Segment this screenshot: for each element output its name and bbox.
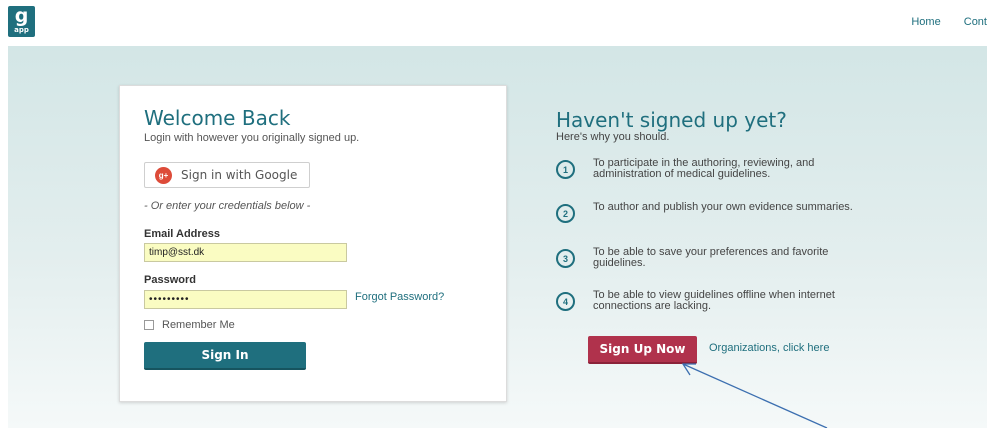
remember-me-label: Remember Me — [162, 319, 235, 331]
nav-home-link[interactable]: Home — [911, 16, 940, 28]
promo-title: Haven't signed up yet? — [556, 108, 787, 132]
sign-in-button[interactable]: Sign In — [144, 342, 306, 370]
reason-item: 2 To author and publish your own evidenc… — [556, 202, 856, 223]
reason-number-badge: 1 — [556, 160, 575, 179]
reason-text: To be able to view guidelines offline wh… — [593, 289, 835, 312]
login-card: Welcome Back Login with however you orig… — [119, 85, 507, 402]
promo-subtitle: Here's why you should. — [556, 131, 670, 143]
remember-me-row[interactable]: Remember Me — [144, 319, 235, 331]
organizations-link[interactable]: Organizations, click here — [709, 342, 829, 354]
password-input[interactable] — [144, 290, 347, 309]
logo-caption: app — [14, 26, 29, 34]
reason-number-badge: 4 — [556, 292, 575, 311]
reason-number-badge: 2 — [556, 204, 575, 223]
reason-item: 3 To be able to save your preferences an… — [556, 247, 856, 269]
credentials-divider: - Or enter your credentials below - — [144, 200, 311, 212]
login-subtitle: Login with however you originally signed… — [144, 132, 360, 144]
app-logo[interactable]: g app — [8, 6, 35, 37]
remember-me-checkbox[interactable] — [144, 320, 154, 330]
reason-text: To be able to save your preferences and … — [593, 246, 829, 269]
reason-item: 4 To be able to view guidelines offline … — [556, 290, 856, 312]
nav-contact-link[interactable]: Cont — [964, 16, 987, 28]
forgot-password-link[interactable]: Forgot Password? — [355, 291, 444, 303]
google-plus-icon: g+ — [155, 166, 172, 184]
reason-text: To author and publish your own evidence … — [593, 201, 853, 213]
google-signin-label: Sign in with Google — [181, 168, 298, 182]
login-title: Welcome Back — [144, 106, 291, 130]
reason-text: To participate in the authoring, reviewi… — [593, 157, 815, 180]
top-header: g app Home Cont — [0, 0, 987, 46]
login-page: g app Home Cont Welcome Back Login with … — [0, 0, 987, 428]
password-label: Password — [144, 274, 196, 286]
google-signin-button[interactable]: g+ Sign in with Google — [144, 162, 310, 188]
top-nav: Home Cont — [891, 16, 987, 28]
reason-item: 1 To participate in the authoring, revie… — [556, 158, 856, 180]
email-label: Email Address — [144, 228, 221, 240]
sign-up-now-button[interactable]: Sign Up Now — [588, 336, 697, 364]
logo-letter: g — [14, 5, 29, 27]
reason-number-badge: 3 — [556, 249, 575, 268]
email-input[interactable] — [144, 243, 347, 262]
